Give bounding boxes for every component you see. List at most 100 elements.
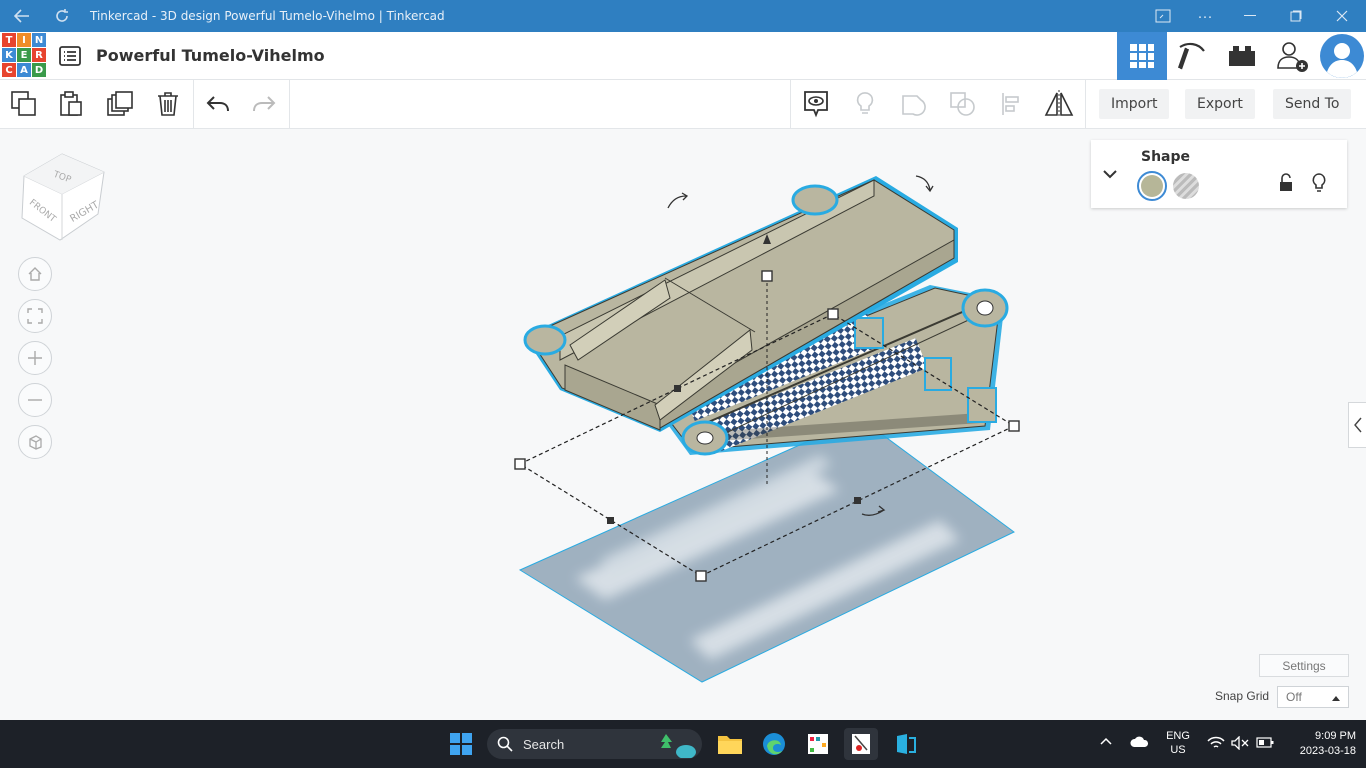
refresh-icon[interactable] xyxy=(42,0,82,32)
minimize-icon[interactable] xyxy=(1230,0,1270,32)
rotate-arrow-icon xyxy=(915,175,931,191)
wifi-icon[interactable] xyxy=(1207,736,1225,753)
copy-button[interactable] xyxy=(6,86,42,122)
logo-letter: K xyxy=(2,48,16,62)
user-avatar[interactable] xyxy=(1317,32,1366,80)
windows-taskbar: Search ENG US 9:09 PM 2023-03-18 xyxy=(0,720,1366,768)
browser-title-bar: Tinkercad - 3D design Powerful Tumelo-Vi… xyxy=(0,0,1366,32)
fit-icon xyxy=(27,308,43,324)
hole-button[interactable] xyxy=(1173,173,1199,199)
ungroup-icon xyxy=(950,92,975,116)
add-user-button[interactable] xyxy=(1267,32,1317,80)
lightbulb-icon xyxy=(856,92,874,114)
undo-button[interactable] xyxy=(200,86,236,122)
logo-letter: R xyxy=(32,48,46,62)
logo-letter: A xyxy=(17,63,31,77)
align-button[interactable] xyxy=(994,86,1030,122)
undo-icon xyxy=(206,96,229,112)
perspective-button[interactable] xyxy=(18,425,52,459)
tray-chevron-up-icon[interactable] xyxy=(1100,736,1112,748)
onedrive-cloud-icon[interactable] xyxy=(1130,736,1150,751)
language-indicator[interactable]: ENG US xyxy=(1163,730,1193,756)
search-highlight-icon xyxy=(661,734,696,758)
clock[interactable]: 9:09 PM 2023-03-18 xyxy=(1284,730,1356,757)
logo-letter: C xyxy=(2,63,16,77)
3d-design-view-button[interactable] xyxy=(1117,32,1167,80)
deck-tray xyxy=(523,176,958,432)
show-all-button[interactable] xyxy=(847,86,883,122)
edit-toolbar: Import Export Send To xyxy=(0,80,1366,129)
zoom-in-button[interactable] xyxy=(18,341,52,375)
mirror-button[interactable] xyxy=(1041,86,1077,122)
speaker-muted-icon[interactable] xyxy=(1231,735,1249,753)
redo-button[interactable] xyxy=(246,86,282,122)
taskbar-search[interactable]: Search xyxy=(487,729,702,759)
copy-icon xyxy=(11,91,36,116)
restore-icon[interactable] xyxy=(1276,0,1316,32)
file-explorer-icon[interactable] xyxy=(713,728,747,760)
back-arrow-icon[interactable] xyxy=(2,0,42,32)
more-options-icon[interactable]: ··· xyxy=(1185,0,1225,32)
close-icon[interactable] xyxy=(1322,0,1362,32)
app-header: T I N K E R C A D Powerful Tumelo-Vihelm… xyxy=(0,32,1366,80)
lang-top: ENG xyxy=(1166,730,1190,742)
ungroup-button[interactable] xyxy=(945,86,981,122)
tinkercad-logo[interactable]: T I N K E R C A D xyxy=(2,33,46,77)
shape-panel-title: Shape xyxy=(1141,149,1191,165)
edge-browser-icon[interactable] xyxy=(757,728,791,760)
grid-icon xyxy=(1130,44,1154,68)
logo-letter: D xyxy=(32,63,46,77)
shape-inspector: Shape xyxy=(1091,140,1347,208)
snipping-tool-icon[interactable] xyxy=(844,728,878,760)
battery-icon[interactable] xyxy=(1256,737,1274,751)
clock-time: 9:09 PM xyxy=(1315,730,1356,742)
home-icon xyxy=(28,267,42,281)
window-title: Tinkercad - 3D design Powerful Tumelo-Vi… xyxy=(90,9,445,23)
search-label: Search xyxy=(523,736,565,752)
panel-collapse-tab[interactable] xyxy=(1348,402,1366,448)
duplicate-button[interactable] xyxy=(102,86,138,122)
paste-button[interactable] xyxy=(53,86,89,122)
import-button[interactable]: Import xyxy=(1099,89,1170,119)
selection-box xyxy=(514,270,1020,582)
export-button[interactable]: Export xyxy=(1185,89,1255,119)
collapse-chevron-icon[interactable] xyxy=(1103,166,1117,184)
send-to-button[interactable]: Send To xyxy=(1273,89,1352,119)
solid-color-button[interactable] xyxy=(1137,171,1167,201)
lock-icon[interactable] xyxy=(1278,173,1294,198)
color-swatch xyxy=(1141,175,1163,197)
blocks-pickaxe-button[interactable] xyxy=(1167,32,1217,80)
delete-button[interactable] xyxy=(150,86,186,122)
duplicate-icon xyxy=(107,91,133,116)
plus-icon xyxy=(28,351,42,365)
lang-bottom: US xyxy=(1170,744,1186,756)
brick-icon xyxy=(1229,46,1255,66)
design-title[interactable]: Powerful Tumelo-Vihelmo xyxy=(96,46,325,65)
app-view-icon[interactable] xyxy=(1143,0,1183,32)
logo-letter: T xyxy=(2,33,16,47)
visibility-bulb-icon[interactable] xyxy=(1311,172,1327,199)
avatar-icon xyxy=(1319,34,1364,78)
logo-letter: N xyxy=(32,33,46,47)
windows-logo-icon xyxy=(450,733,472,755)
pickaxe-icon xyxy=(1177,42,1205,70)
align-icon xyxy=(1002,93,1019,115)
logo-letter: E xyxy=(17,48,31,62)
notes-button[interactable] xyxy=(798,86,834,122)
minus-icon xyxy=(28,399,42,401)
dev-app-icon[interactable] xyxy=(889,728,923,760)
redo-icon xyxy=(253,96,276,112)
calendar-app-icon[interactable] xyxy=(801,728,835,760)
start-button[interactable] xyxy=(444,728,478,760)
design-list-icon[interactable] xyxy=(58,44,82,68)
group-button[interactable] xyxy=(896,86,932,122)
snap-grid-select[interactable]: Off xyxy=(1277,686,1349,708)
bricks-button[interactable] xyxy=(1217,32,1267,80)
caret-up-icon xyxy=(1332,696,1340,701)
zoom-out-button[interactable] xyxy=(18,383,52,417)
logo-letter: I xyxy=(17,33,31,47)
settings-button[interactable]: Settings xyxy=(1259,654,1349,677)
home-view-button[interactable] xyxy=(18,257,52,291)
fit-view-button[interactable] xyxy=(18,299,52,333)
view-cube[interactable]: TOP FRONT RIGHT xyxy=(20,152,110,244)
